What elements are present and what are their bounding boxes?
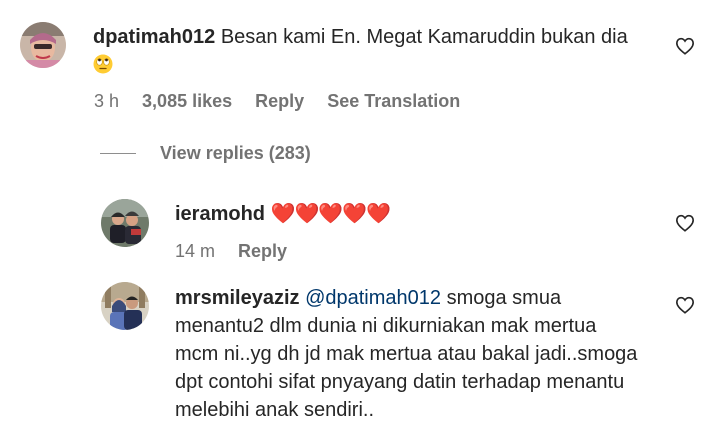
comment-time: 3 h	[94, 91, 120, 111]
like-heart-icon[interactable]	[675, 37, 695, 55]
like-heart-icon[interactable]	[675, 296, 695, 314]
see-translation-button[interactable]: See Translation	[327, 91, 460, 111]
hearts-emoji-text: ❤️❤️❤️❤️❤️	[270, 203, 392, 225]
avatar-image	[101, 199, 149, 247]
reply-button[interactable]: Reply	[255, 91, 304, 111]
comment-body: dpatimah012 Besan kami En. Megat Kamarud…	[93, 23, 653, 79]
comment-username[interactable]: dpatimah012	[93, 26, 215, 48]
reply-username[interactable]: mrsmileyaziz	[175, 287, 300, 309]
rolling-eyes-emoji-icon	[93, 54, 113, 74]
like-heart-icon[interactable]	[675, 214, 695, 232]
reply-body: mrsmileyaziz @dpatimah012 smoga smua men…	[175, 284, 645, 424]
reply-time: 14 m	[175, 241, 216, 261]
reply-body: ieramohd ❤️❤️❤️❤️❤️	[175, 200, 655, 228]
likes-count[interactable]: 3,085 likes	[142, 91, 232, 111]
reply-meta: 14 m Reply	[175, 241, 305, 262]
reply-button[interactable]: Reply	[238, 241, 287, 261]
avatar-mrsmileyaziz[interactable]	[101, 282, 149, 330]
avatar-ieramohd[interactable]	[101, 199, 149, 247]
avatar-image	[101, 282, 149, 330]
view-replies-toggle[interactable]: View replies (283)	[100, 143, 311, 164]
comment-text: Besan kami En. Megat Kamaruddin bukan di…	[220, 26, 628, 48]
mention-link[interactable]: @dpatimah012	[305, 287, 441, 309]
reply-username[interactable]: ieramohd	[175, 203, 265, 225]
view-replies-label[interactable]: View replies (283)	[160, 143, 311, 164]
avatar-dpatimah012[interactable]	[20, 22, 66, 68]
avatar-image	[20, 22, 66, 68]
divider-line	[100, 153, 136, 154]
comment-meta: 3 h 3,085 likes Reply See Translation	[94, 91, 478, 112]
